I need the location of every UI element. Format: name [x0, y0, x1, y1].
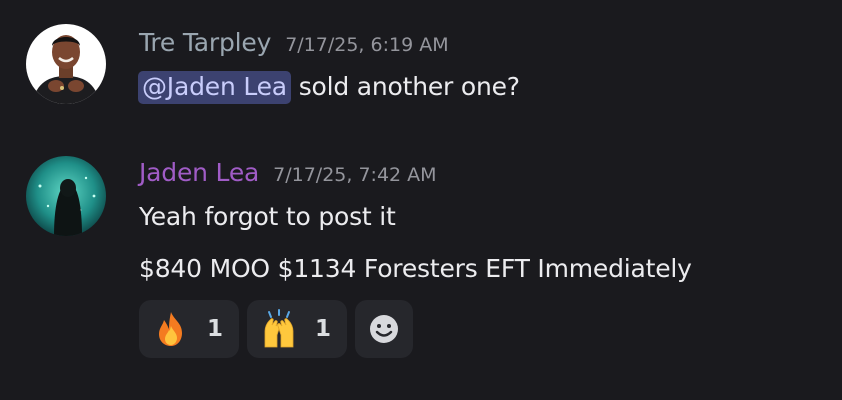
message-text-line-2: $840 MOO $1134 Foresters EFT Immediately	[139, 254, 692, 283]
username[interactable]: Tre Tarpley	[139, 28, 271, 57]
smiley-add-reaction-icon	[364, 309, 404, 349]
reaction-fire[interactable]: 1	[139, 300, 240, 358]
message-header: Jaden Lea 7/17/25, 7:42 AM	[139, 158, 437, 187]
message-text-line-1: Yeah forgot to post it	[139, 202, 396, 231]
timestamp: 7/17/25, 7:42 AM	[273, 164, 437, 186]
fire-icon	[151, 309, 191, 349]
raising-hands-icon	[259, 309, 299, 349]
avatar-tre-tarpley[interactable]	[26, 24, 106, 104]
message-content: @Jaden Lea sold another one?	[138, 71, 520, 104]
timestamp: 7/17/25, 6:19 AM	[285, 34, 449, 56]
add-reaction-button[interactable]	[355, 300, 414, 358]
reaction-count: 1	[315, 316, 332, 342]
chat-view: Tre Tarpley 7/17/25, 6:19 AM @Jaden Lea …	[0, 0, 842, 400]
reactions-bar: 1 1	[139, 300, 414, 358]
reaction-raising-hands[interactable]: 1	[247, 300, 348, 358]
message-header: Tre Tarpley 7/17/25, 6:19 AM	[139, 28, 449, 57]
user-mention[interactable]: @Jaden Lea	[138, 71, 291, 104]
message-text: sold another one?	[298, 72, 520, 101]
avatar-jaden-lea[interactable]	[26, 156, 106, 236]
reaction-count: 1	[207, 316, 224, 342]
username[interactable]: Jaden Lea	[139, 158, 259, 187]
